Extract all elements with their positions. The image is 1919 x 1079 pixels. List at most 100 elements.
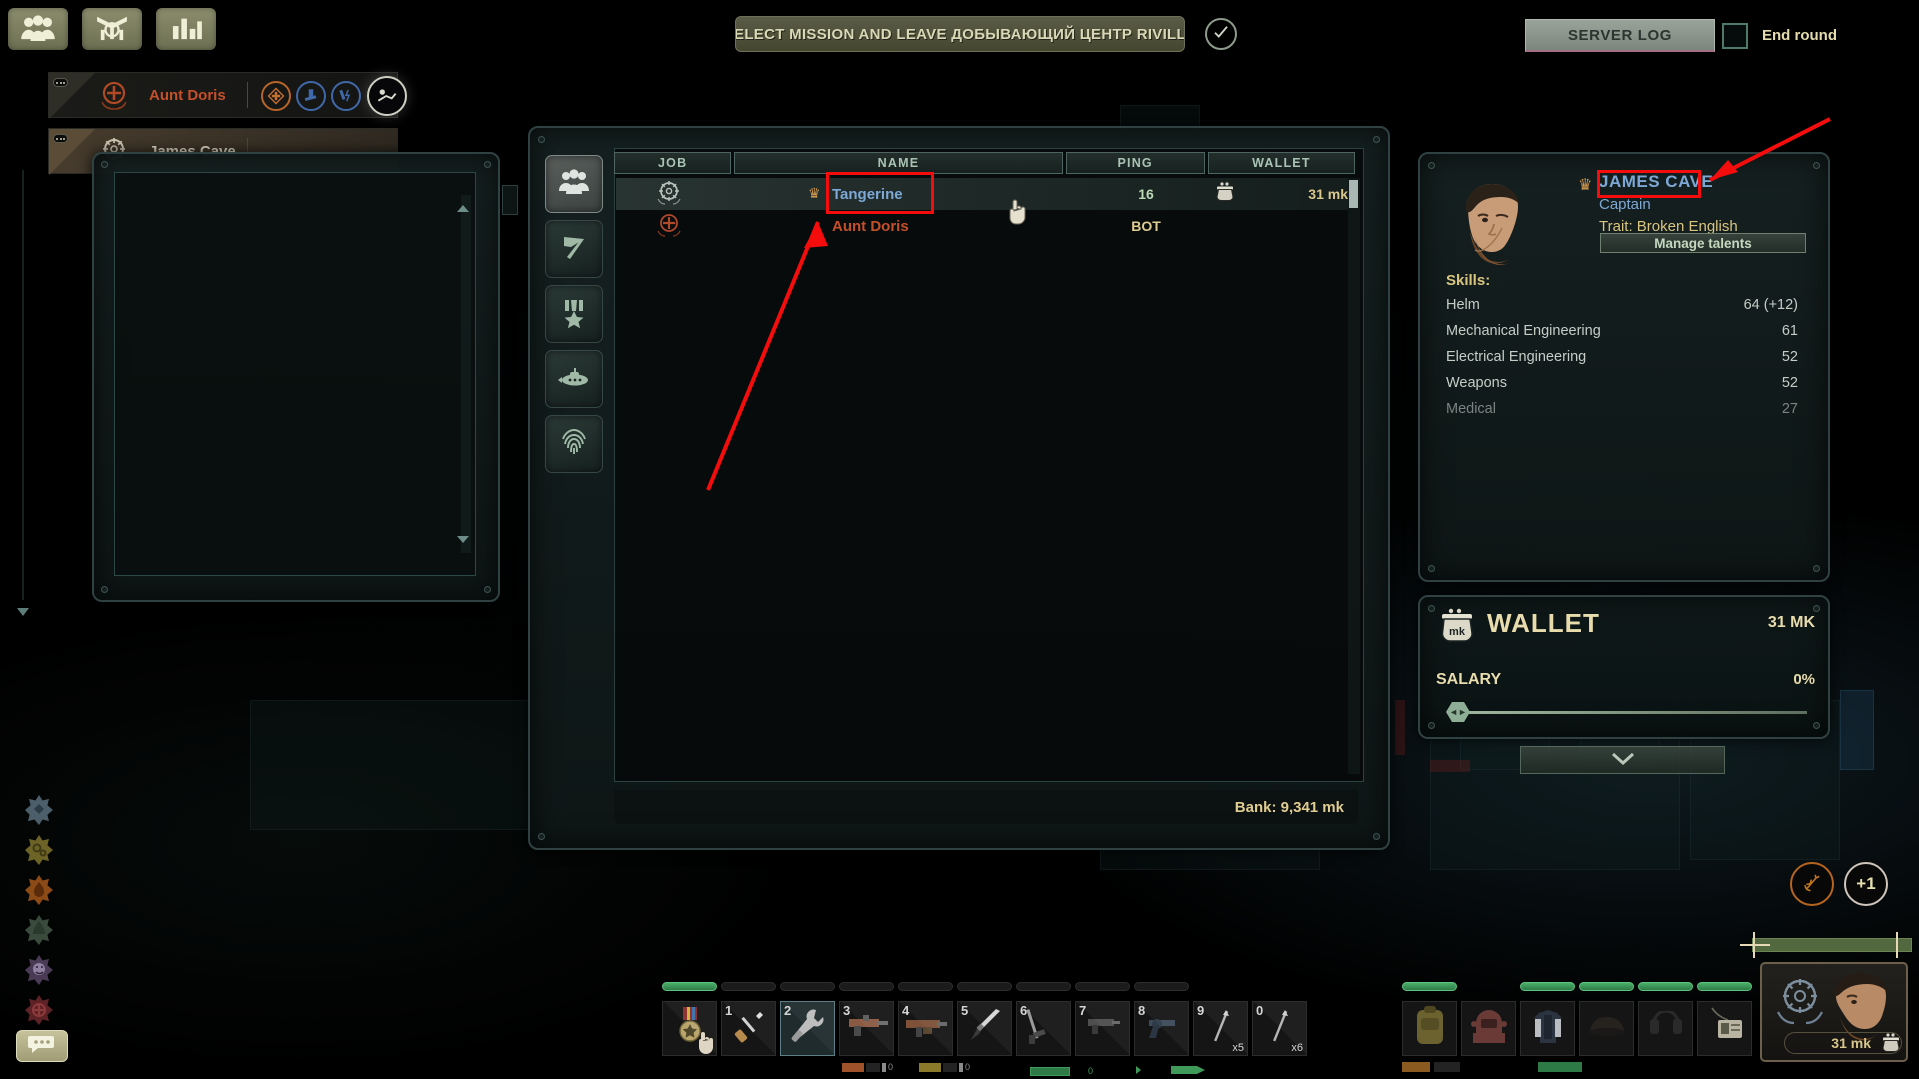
stats-icon-button[interactable] [156, 8, 216, 50]
item-condition-bar [1579, 982, 1634, 991]
crew-row-name: Aunt Doris [832, 217, 909, 235]
top-icon-bar [8, 8, 216, 50]
salary-slider-track[interactable] [1455, 711, 1807, 714]
server-log-button[interactable]: SERVER LOG [1525, 19, 1715, 52]
ammo-indicators: 0 0 [842, 1062, 970, 1072]
affliction-pressure-icon[interactable] [24, 795, 54, 825]
captain-wheel-emblem-icon [654, 180, 684, 208]
equipment-slot-suit[interactable] [1520, 1001, 1575, 1056]
harpoon-indicators: 0 [1030, 1062, 1209, 1079]
equipment-slot-headset[interactable] [1638, 1001, 1693, 1056]
crown-icon: ♛ [1578, 177, 1593, 194]
divider [247, 82, 248, 108]
affliction-icon-column [24, 795, 54, 1035]
skill-row-weapons: Weapons 52 [1446, 375, 1798, 401]
skill-value: 61 [1781, 323, 1798, 339]
speech-dots-icon [53, 78, 68, 87]
equipment-sub-indicators [1402, 1062, 1582, 1072]
chat-log-area[interactable] [114, 172, 476, 576]
inventory-slot[interactable]: 4 [898, 1001, 953, 1056]
manage-talents-button[interactable]: Manage talents [1600, 233, 1806, 253]
tab-crew[interactable] [545, 155, 603, 213]
inventory-slot[interactable] [662, 1001, 717, 1056]
plus-one-badge[interactable]: +1 [1844, 862, 1888, 906]
crew-list-rows: ♛ Tangerine 16 31 mk Aunt Doris BOT [616, 178, 1348, 242]
captain-hat-icon [1586, 1011, 1628, 1046]
affliction-bleeding-icon[interactable] [24, 995, 54, 1025]
left-scroll-rail[interactable] [22, 170, 24, 600]
scroll-down-icon[interactable] [457, 536, 469, 543]
slot-number: 8 [1138, 1003, 1146, 1018]
equipment-slot-idcard[interactable] [1697, 1001, 1752, 1056]
crew-icon-button[interactable] [8, 8, 68, 50]
tab-submarine[interactable] [545, 350, 603, 408]
inventory-slot[interactable]: 2 [780, 1001, 835, 1056]
inventory-slot[interactable]: 3 [839, 1001, 894, 1056]
affliction-burn-icon[interactable] [24, 875, 54, 905]
scroll-up-icon[interactable] [457, 205, 469, 212]
tab-missions[interactable] [545, 220, 603, 278]
svg-text:mk: mk [1449, 626, 1466, 638]
medical-cross-icon[interactable] [261, 81, 291, 111]
item-condition-bar [957, 982, 1012, 991]
equipment-slot-backpack[interactable] [1402, 1001, 1457, 1056]
equipment-slot-helmet[interactable] [1461, 1001, 1516, 1056]
equipment-slot-hat[interactable] [1579, 1001, 1634, 1056]
inventory-slot[interactable]: 7 [1075, 1001, 1130, 1056]
crew-list-scrollbar[interactable] [1348, 178, 1360, 774]
crew-row-ping: BOT [1131, 218, 1161, 234]
panel-tab-handle[interactable] [502, 185, 518, 215]
affliction-poison-icon[interactable] [24, 915, 54, 945]
skill-name: Weapons [1446, 375, 1507, 391]
mission-banner[interactable]: SELECT MISSION AND LEAVE ДОБЫВАЮЩИЙ ЦЕНТ… [735, 16, 1185, 52]
column-header-ping[interactable]: PING [1065, 152, 1205, 174]
diving-suit-icon [1527, 1005, 1569, 1052]
end-round-checkbox[interactable] [1722, 23, 1748, 49]
inventory-slot[interactable]: 8 [1134, 1001, 1189, 1056]
unconscious-icon[interactable] [367, 76, 407, 116]
medic-emblem-icon [97, 80, 131, 112]
tangerine-name-highlight [826, 172, 934, 214]
slot-number: 2 [784, 1003, 792, 1018]
ship-command-icon-button[interactable] [82, 8, 142, 50]
skill-name: Mechanical Engineering [1446, 323, 1601, 339]
inventory-slot[interactable]: 1 [721, 1001, 776, 1056]
splint-icon[interactable] [296, 81, 326, 111]
collapse-panel-button[interactable] [1520, 746, 1725, 774]
column-header-job[interactable]: JOB [614, 152, 732, 174]
character-job: Captain [1599, 196, 1651, 213]
defibrillator-icon[interactable] [331, 81, 361, 111]
skill-row-medical: Medical 27 [1446, 401, 1798, 427]
item-condition-bar [662, 982, 717, 991]
column-header-wallet[interactable]: WALLET [1207, 152, 1355, 174]
affliction-psychosis-icon[interactable] [24, 955, 54, 985]
column-header-name[interactable]: NAME [734, 152, 1063, 174]
game-screen: SELECT MISSION AND LEAVE ДОБЫВАЮЩИЙ ЦЕНТ… [0, 0, 1919, 1079]
bone-skill-button[interactable] [1790, 862, 1834, 906]
skill-value: 64 (+12) [1743, 297, 1798, 313]
hotbar-left-healthbars [662, 982, 1189, 996]
player-portrait-card[interactable]: 31 mk [1760, 962, 1908, 1062]
chat-button[interactable] [16, 1030, 68, 1062]
inventory-slot[interactable]: 0 x6 [1252, 1001, 1307, 1056]
tab-traitor[interactable] [545, 415, 603, 473]
affliction-radiation-icon[interactable] [24, 835, 54, 865]
table-row[interactable]: Aunt Doris BOT [616, 210, 1348, 242]
people-icon [557, 165, 591, 204]
item-condition-bar [839, 982, 894, 991]
item-condition-bar [1134, 982, 1189, 991]
left-scroll-down-icon[interactable] [17, 608, 29, 616]
tab-talents[interactable] [545, 285, 603, 343]
inventory-slot[interactable]: 9 x5 [1193, 1001, 1248, 1056]
mission-check-button[interactable] [1205, 18, 1237, 50]
inventory-slot[interactable]: 5 [957, 1001, 1012, 1056]
skill-name: Medical [1446, 401, 1496, 417]
table-row[interactable]: ♛ Tangerine 16 31 mk [616, 178, 1348, 210]
hand-icon [696, 1029, 718, 1060]
chat-scrollbar[interactable] [457, 195, 471, 553]
scrollbar-thumb[interactable] [1349, 180, 1358, 208]
inventory-slot[interactable]: 6 [1016, 1001, 1071, 1056]
crew-status-strip-doris[interactable]: Aunt Doris [48, 72, 407, 119]
harpoon-count: 0 [1088, 1066, 1094, 1076]
skill-value: 52 [1781, 375, 1798, 391]
